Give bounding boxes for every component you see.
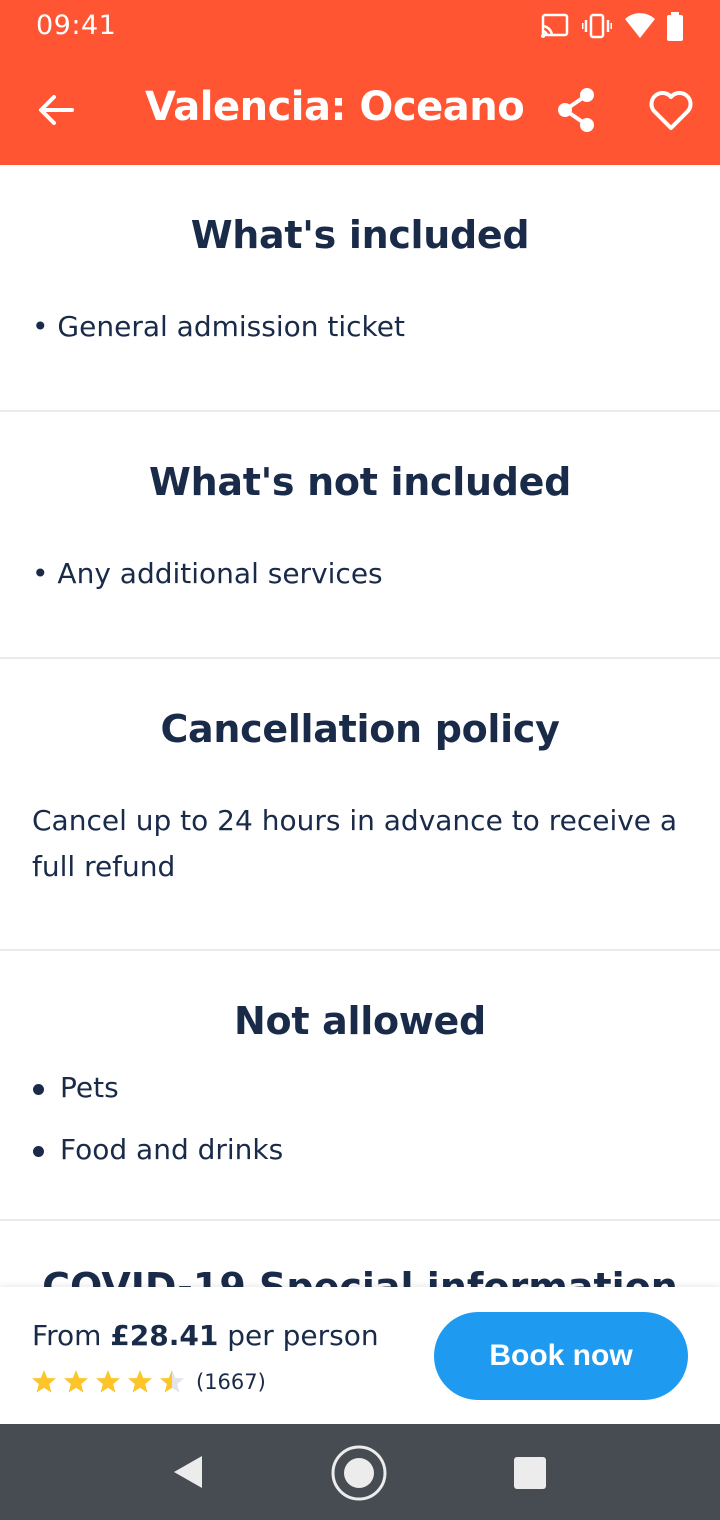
app-bar: Valencia: Oceano... xyxy=(0,66,720,152)
nav-home-icon[interactable] xyxy=(330,1444,388,1502)
star-icon xyxy=(128,1370,152,1393)
cancellation-text: Cancel up to 24 hours in advance to rece… xyxy=(32,804,678,883)
book-now-button[interactable]: Book now xyxy=(434,1312,688,1400)
star-icon xyxy=(32,1370,56,1393)
battery-icon xyxy=(667,12,683,41)
status-time: 09:41 xyxy=(36,10,117,41)
rating-stars xyxy=(32,1370,184,1393)
price-text: From £28.41 per person xyxy=(32,1319,379,1352)
section-not-allowed: Not allowed Pets Food and drinks xyxy=(0,951,720,1221)
favorite-heart-icon[interactable] xyxy=(648,88,694,132)
star-icon xyxy=(96,1370,120,1393)
list-item: Pets xyxy=(60,1071,119,1104)
wifi-icon xyxy=(625,13,655,38)
nav-back-icon[interactable] xyxy=(172,1454,204,1490)
reviews-count: (1667) xyxy=(196,1370,266,1394)
section-whats-included: What's included • General admission tick… xyxy=(0,165,720,412)
page-title: Valencia: Oceano... xyxy=(145,84,525,130)
list-item: • Any additional services xyxy=(32,557,383,590)
bullet-icon xyxy=(33,1084,44,1095)
details-content[interactable]: What's included • General admission tick… xyxy=(0,165,720,1287)
nav-recents-icon[interactable] xyxy=(514,1457,546,1489)
section-cancellation-policy: Cancellation policy Cancel up to 24 hour… xyxy=(0,659,720,951)
section-title: Not allowed xyxy=(234,999,486,1043)
vibrate-icon xyxy=(582,13,612,39)
price-prefix: From xyxy=(32,1319,102,1352)
section-title: What's included xyxy=(190,213,530,257)
booking-bar: From £28.41 per person (1667) Book now xyxy=(0,1287,720,1424)
system-nav-bar xyxy=(0,1424,720,1520)
half-star-icon xyxy=(160,1370,184,1393)
list-item: • General admission ticket xyxy=(32,310,405,343)
price-value: £28.41 xyxy=(110,1319,219,1352)
section-title-covid: COVID-19 Special information xyxy=(42,1265,678,1287)
star-icon xyxy=(64,1370,88,1393)
share-icon[interactable] xyxy=(554,86,598,134)
list-item: Food and drinks xyxy=(60,1133,284,1166)
section-title: Cancellation policy xyxy=(160,707,560,751)
section-title: What's not included xyxy=(149,460,571,504)
status-bar: 09:41 xyxy=(0,0,720,52)
section-whats-not-included: What's not included • Any additional ser… xyxy=(0,412,720,659)
top-bar: 09:41 Valencia: Oceano... xyxy=(0,0,720,165)
cast-icon xyxy=(541,13,569,38)
price-suffix: per person xyxy=(227,1319,379,1352)
back-arrow-icon[interactable] xyxy=(34,88,78,132)
bullet-icon xyxy=(33,1146,44,1157)
